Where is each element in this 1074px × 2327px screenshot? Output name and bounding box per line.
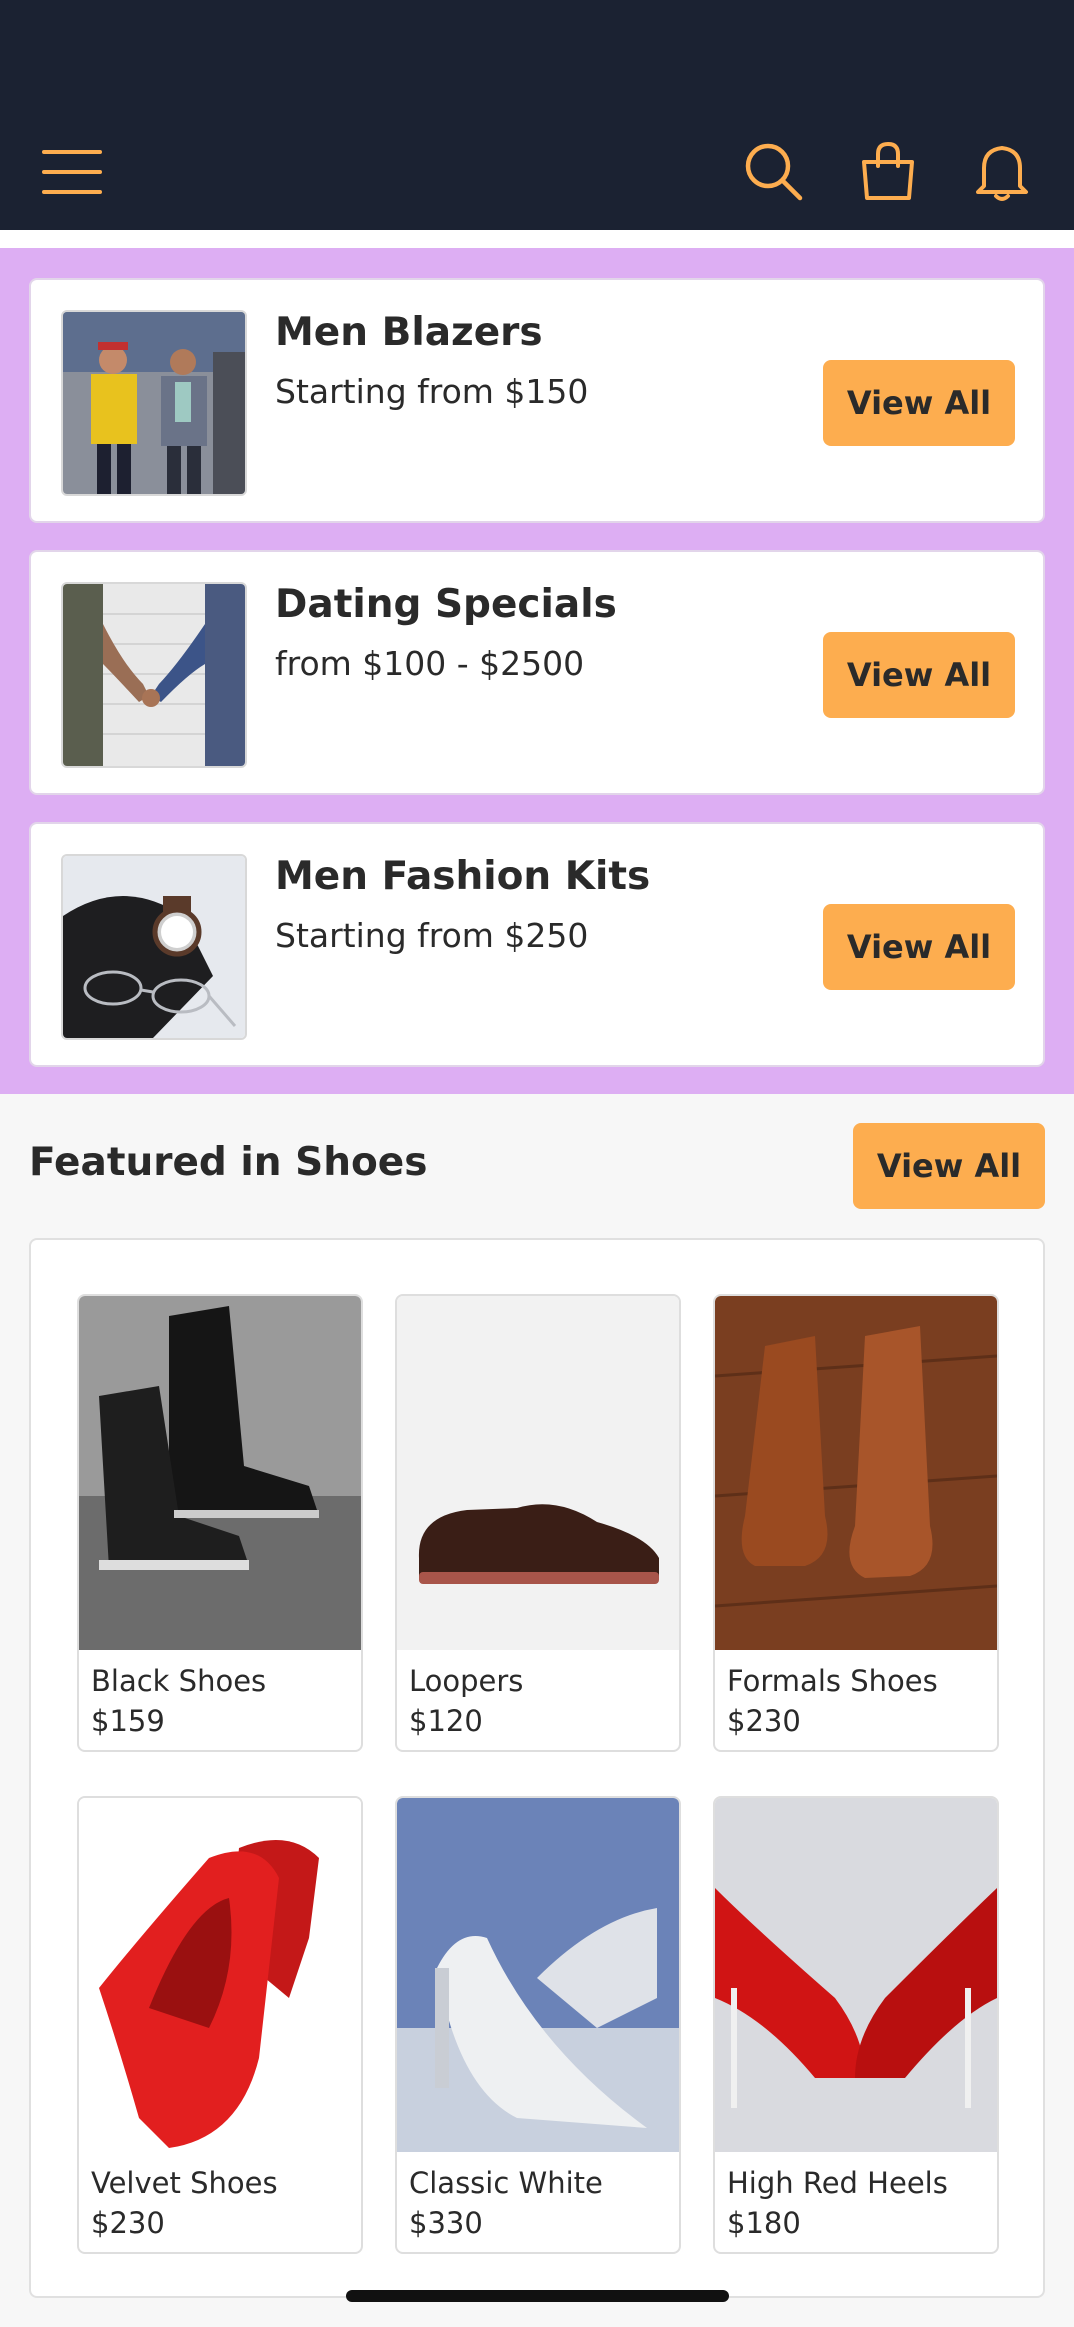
product-name: Formals Shoes xyxy=(727,1664,938,1698)
product-card[interactable]: Velvet Shoes $230 xyxy=(77,1796,363,2254)
promo-card-men-fashion-kits[interactable]: Men Fashion Kits Starting from $250 View… xyxy=(29,822,1045,1067)
product-price: $120 xyxy=(409,1704,483,1738)
menu-icon[interactable] xyxy=(40,140,104,204)
product-image xyxy=(397,1798,679,2152)
men-blazers-image xyxy=(61,310,247,496)
view-all-button[interactable]: View All xyxy=(823,904,1015,990)
product-image xyxy=(715,1798,997,2152)
section-title: Featured in Shoes xyxy=(29,1140,428,1185)
product-image xyxy=(79,1798,361,2152)
product-grid: Black Shoes $159 Loopers $120 Formals Sh… xyxy=(29,1238,1045,2298)
product-price: $230 xyxy=(727,1704,801,1738)
app-screen: Men Blazers Starting from $150 View All xyxy=(0,0,1074,2327)
dating-specials-image xyxy=(61,582,247,768)
product-image xyxy=(397,1296,679,1650)
promo-card-dating-specials[interactable]: Dating Specials from $100 - $2500 View A… xyxy=(29,550,1045,795)
product-card[interactable]: Classic White $330 xyxy=(395,1796,681,2254)
product-card[interactable]: High Red Heels $180 xyxy=(713,1796,999,2254)
product-price: $330 xyxy=(409,2206,483,2240)
view-all-button[interactable]: View All xyxy=(823,360,1015,446)
search-icon[interactable] xyxy=(742,140,806,204)
promo-title: Men Blazers xyxy=(275,310,543,355)
product-card[interactable]: Loopers $120 xyxy=(395,1294,681,1752)
promo-subtitle: from $100 - $2500 xyxy=(275,644,585,683)
product-price: $180 xyxy=(727,2206,801,2240)
product-card[interactable]: Formals Shoes $230 xyxy=(713,1294,999,1752)
promo-subtitle: Starting from $250 xyxy=(275,916,589,955)
product-name: Black Shoes xyxy=(91,1664,267,1698)
featured-view-all-button[interactable]: View All xyxy=(853,1123,1045,1209)
men-fashion-kits-image xyxy=(61,854,247,1040)
product-name: Velvet Shoes xyxy=(91,2166,278,2200)
promo-title: Dating Specials xyxy=(275,582,617,627)
product-price: $230 xyxy=(91,2206,165,2240)
product-name: High Red Heels xyxy=(727,2166,948,2200)
promo-card-men-blazers[interactable]: Men Blazers Starting from $150 View All xyxy=(29,278,1045,523)
promo-subtitle: Starting from $150 xyxy=(275,372,589,411)
view-all-button[interactable]: View All xyxy=(823,632,1015,718)
product-name: Classic White xyxy=(409,2166,603,2200)
product-image xyxy=(715,1296,997,1650)
product-price: $159 xyxy=(91,1704,165,1738)
shopping-bag-icon[interactable] xyxy=(856,140,920,204)
product-image xyxy=(79,1296,361,1650)
product-name: Loopers xyxy=(409,1664,524,1698)
top-app-bar xyxy=(0,0,1074,230)
divider xyxy=(0,230,1074,248)
product-card[interactable]: Black Shoes $159 xyxy=(77,1294,363,1752)
notification-bell-icon[interactable] xyxy=(970,140,1034,204)
home-indicator[interactable] xyxy=(346,2290,729,2302)
promo-title: Men Fashion Kits xyxy=(275,854,651,899)
promo-section: Men Blazers Starting from $150 View All xyxy=(0,248,1074,1094)
